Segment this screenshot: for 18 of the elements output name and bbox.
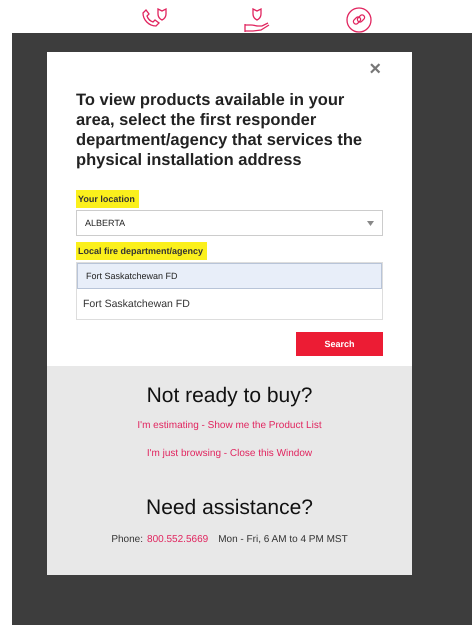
link-icon [346, 7, 372, 33]
close-button[interactable]: × [367, 58, 383, 80]
not-ready-heading: Not ready to buy? [146, 384, 312, 408]
location-select[interactable]: ALBERTA [76, 210, 383, 236]
modal-heading: To view products available in your area, select the first responder department/agency that services the physical installation address [76, 90, 364, 170]
hours-text: Mon - Fri, 6 AM to 4 PM MST [218, 534, 348, 545]
phone-label: Phone: [111, 534, 144, 545]
text-link[interactable]: I'm just browsing - Close this Window [146, 448, 312, 459]
field-label: Your location [76, 190, 139, 208]
suggestion-item[interactable]: Fort Saskatchewan FD [77, 289, 382, 319]
phone-link[interactable]: 800.552.5669 [147, 534, 208, 545]
assistance-heading: Need assistance? [146, 496, 313, 520]
search-button[interactable]: Search [296, 332, 383, 356]
text-link[interactable]: I'm estimating - Show me the Product List [137, 420, 322, 431]
field-label: Local fire department/agency [76, 242, 208, 260]
agency-input-field[interactable]: Fort Saskatchewan FD [77, 263, 382, 289]
caret-icon [367, 220, 374, 226]
hand-shield-icon [243, 7, 271, 33]
